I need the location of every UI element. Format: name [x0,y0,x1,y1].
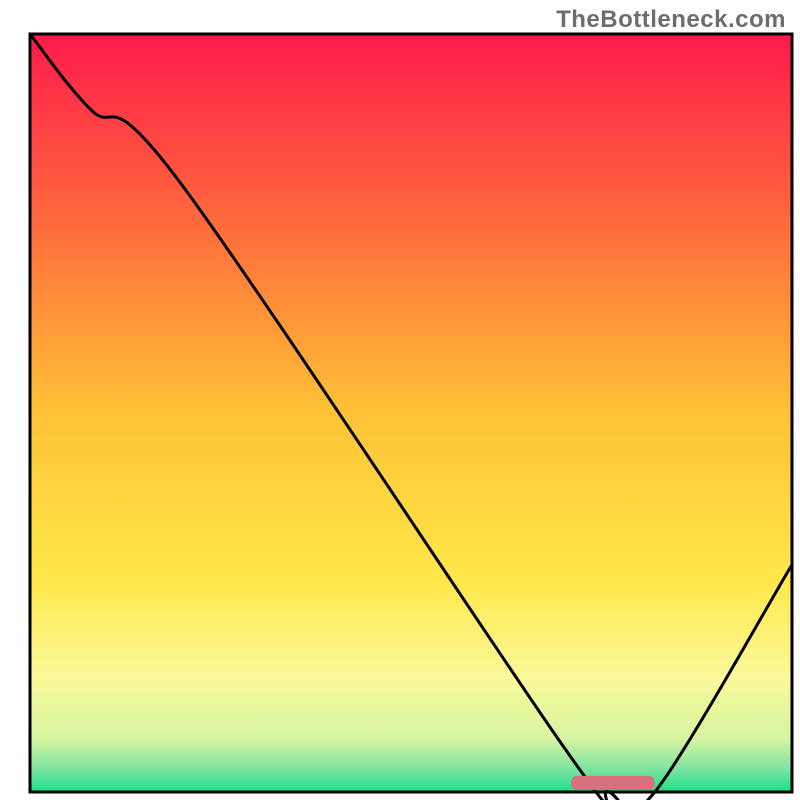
bottleneck-chart [0,0,800,800]
watermark-text: TheBottleneck.com [556,6,786,34]
plot-background [30,34,792,792]
optimal-range-marker [571,776,655,790]
chart-container: TheBottleneck.com [0,0,800,800]
